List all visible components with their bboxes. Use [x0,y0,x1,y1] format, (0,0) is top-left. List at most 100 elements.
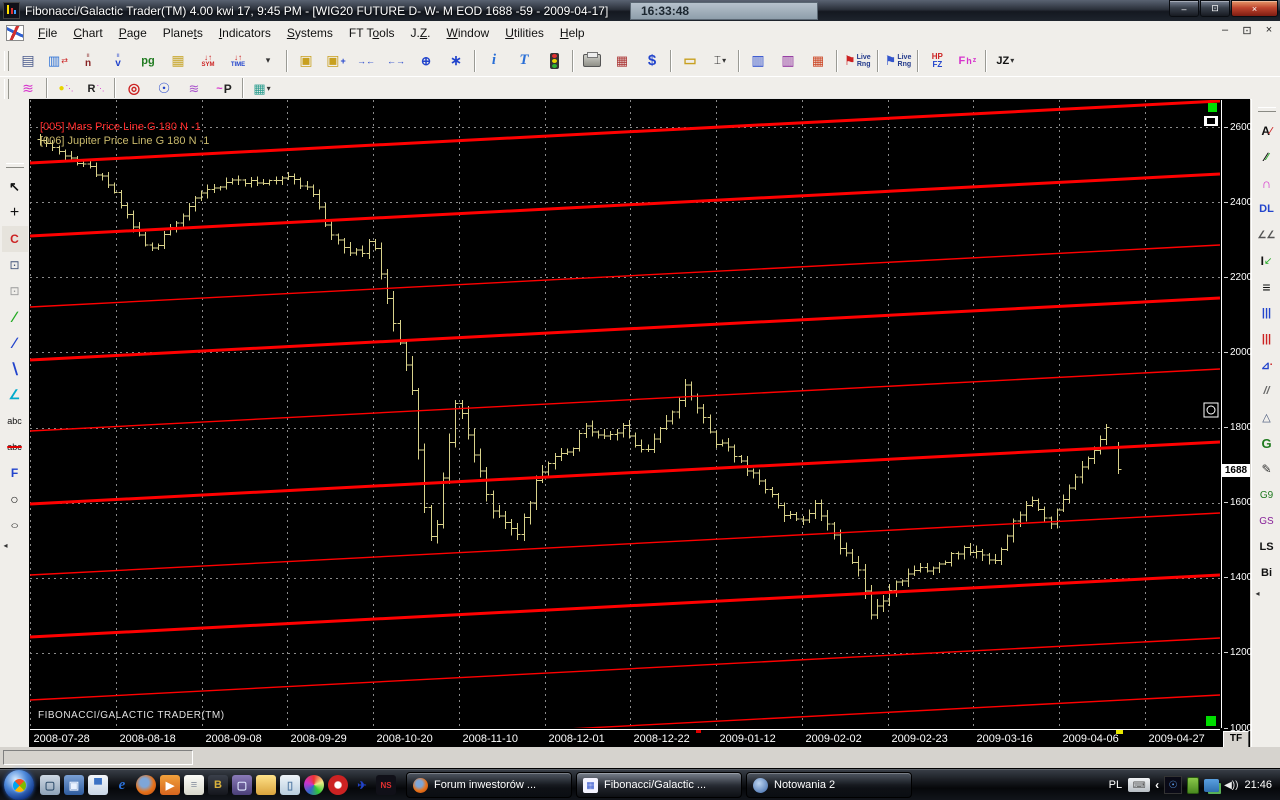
zoom-page-tool[interactable]: ⊡ [2,252,28,278]
time-scale-icon[interactable]: ↓↑ TIME [223,48,253,74]
volume-icon[interactable]: ◀)) [1224,777,1238,793]
hp-fz-icon[interactable]: HP FZ [922,48,952,74]
info-line-tool[interactable]: I ↙ [1254,248,1280,274]
my-computer-icon[interactable]: ▢ [232,775,252,795]
menu-chart[interactable]: Chart [65,23,110,43]
zoom-page-disabled-tool[interactable]: ⊡ [2,278,28,304]
expand-horizontal-icon[interactable]: ←→ [381,48,411,74]
parallel-lines-tool[interactable]: // [1254,378,1280,404]
dl-tool[interactable]: DL [1254,196,1280,222]
chart-windows-blue-icon[interactable]: ▥ [743,48,773,74]
horizontal-lines-tool[interactable]: ≡ [1254,274,1280,300]
pencil-cyan-tool[interactable]: ∠ [2,382,28,408]
pencil-blue-tool[interactable]: ∕ [2,330,28,356]
chart-windows-purple-icon[interactable]: ▥ [773,48,803,74]
menu-file[interactable]: File [30,23,65,43]
trend-pencil-tool[interactable]: ∕ ∕ [1254,144,1280,170]
ellipse-flat-tool[interactable]: ○ [2,512,28,538]
menu-planets[interactable]: Planets [155,23,211,43]
bi-tool[interactable]: Bi [1254,560,1280,586]
numeric-bars-icon[interactable]: ıı n [73,48,103,74]
grid-window-icon[interactable]: ▦ [163,48,193,74]
restore-button[interactable]: ⊡ [1200,0,1230,17]
fhz-icon[interactable]: Fhz [952,48,982,74]
vertical-lines-blue-tool[interactable]: ||| [1254,300,1280,326]
language-indicator[interactable]: PL [1109,779,1122,791]
taskbar-button-3[interactable]: Notowania 2 [746,772,912,798]
new-chart-icon[interactable]: ▤ [13,48,43,74]
symbol-scale-icon[interactable]: ↓↑ SYM [193,48,223,74]
menu-jz[interactable]: J.Z. [402,23,438,43]
g9-tool[interactable]: G9 [1254,482,1280,508]
network-icon[interactable] [1204,778,1220,792]
notepad-icon[interactable]: ≡ [184,775,204,795]
start-button[interactable] [4,770,34,800]
arc-rainbow-tool[interactable]: ∩ [1254,170,1280,196]
menu-page[interactable]: Page [111,23,155,43]
compress-horizontal-icon[interactable]: →← [351,48,381,74]
delete-text-tool[interactable]: abc [2,434,28,460]
switch-windows-icon[interactable]: ▣ [64,775,84,795]
mdi-close-button[interactable]: × [1262,24,1276,37]
triangle-tool[interactable]: △ [1254,404,1280,430]
red-app-icon[interactable] [328,775,348,795]
chart-plot[interactable]: [005] Mars Price Line G 180 N -1 [006] Ju… [30,100,1220,728]
fan-lines-tool[interactable]: ✎ [1254,456,1280,482]
color-grid-icon[interactable]: ▦ [803,48,833,74]
mdi-system-icon[interactable] [6,25,24,41]
chevron-icon[interactable]: ‹ [1155,777,1159,793]
text-tool-icon[interactable]: T [509,48,539,74]
pointer-tool[interactable]: ↖ [2,174,28,200]
page-icon[interactable]: pg [133,48,163,74]
data-sheet-icon[interactable]: ▦ [607,48,637,74]
minimize-button[interactable]: – [1169,0,1199,17]
taskbar-button-1[interactable]: Forum inwestorów ... [406,772,572,798]
mdi-minimize-button[interactable]: – [1218,24,1232,37]
firefox-icon[interactable] [136,775,156,795]
menu-fttools[interactable]: FT Tools [341,23,403,43]
cascade-windows-icon[interactable]: ▣ [291,48,321,74]
taskbar-button-2[interactable]: ▦ Fibonacci/Galactic ... [576,772,742,798]
mini-chart-tool[interactable]: ⊿ ▪ [1254,352,1280,378]
media-player-icon[interactable]: ▶ [160,775,180,795]
angle-a-tool[interactable]: A ∕ [1254,118,1280,144]
text-abc-tool[interactable]: abc [2,408,28,434]
ns-app-icon[interactable]: NS [376,775,396,795]
live-range-red-icon[interactable]: ⚑ Live Rng [841,48,874,74]
app-tray-icon[interactable]: ☉ [1164,776,1183,794]
mdi-restore-button[interactable]: ⊡ [1240,24,1254,37]
menu-systems[interactable]: Systems [279,23,341,43]
menu-indicators[interactable]: Indicators [211,23,279,43]
app-b-icon[interactable]: B [208,775,228,795]
chart-setup-icon[interactable]: ▥ ⇄ [43,48,73,74]
close-button[interactable]: × [1231,0,1278,17]
angle-lines-tool[interactable]: ∠∠ [1254,222,1280,248]
menu-window[interactable]: Window [439,23,498,43]
gs-tool[interactable]: GS [1254,508,1280,534]
gann-g-tool[interactable]: G [1254,430,1280,456]
recycle-bin-icon[interactable]: ▯ [280,775,300,795]
pencil-green-tool[interactable]: ∕ [2,304,28,330]
live-range-blue-icon[interactable]: ⚑ Live Rng [882,48,915,74]
snap-icon[interactable]: ∗ [441,48,471,74]
c-magnet-tool[interactable]: C [1,226,28,252]
blue-app-icon[interactable]: ✈ [352,775,372,795]
crosshair-tool[interactable]: + [2,200,28,226]
graphics-app-icon[interactable] [304,775,324,795]
folder-icon[interactable] [256,775,276,795]
ellipse-tool[interactable]: ○ [2,486,28,512]
keyboard-icon[interactable]: ⌨ [1128,778,1151,792]
dropdown-icon[interactable]: ▾ [253,48,283,74]
print-icon[interactable] [577,48,607,74]
info-pointer-icon[interactable]: i [479,48,509,74]
vertical-lines-red-tool[interactable]: ||| [1254,326,1280,352]
menu-utilities[interactable]: Utilities [497,23,552,43]
center-chart-icon[interactable]: ⊕ [411,48,441,74]
fibonacci-f-tool[interactable]: F [2,460,28,486]
show-desktop-icon[interactable]: ▢ [40,775,60,795]
pencil-navy-tool[interactable]: ∖ [2,356,28,382]
volume-bars-icon[interactable]: ıı v [103,48,133,74]
more-tools-right[interactable]: ◂ [1253,586,1280,600]
ls-tool[interactable]: LS [1254,534,1280,560]
ruler-icon[interactable]: ▭ [675,48,705,74]
